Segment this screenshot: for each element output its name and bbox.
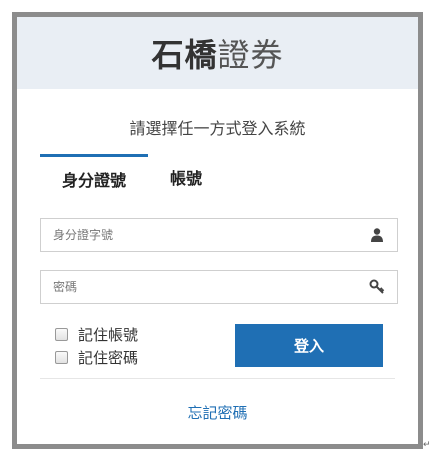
login-instruction: 請選擇任一方式登入系統 [129, 119, 306, 138]
user-icon [371, 228, 383, 242]
brand-name-bold: 石橋 [151, 36, 218, 74]
tab-account[interactable]: 帳號 [148, 154, 224, 200]
remember-password-checkbox[interactable]: 記住密碼 [55, 347, 138, 367]
divider [40, 378, 395, 379]
checkbox-box[interactable] [55, 327, 68, 341]
remember-account-checkbox[interactable]: 記住帳號 [55, 324, 138, 344]
brand-header: 石橋 證券 [17, 17, 418, 89]
login-panel: 石橋證券 請選擇任一方式登入系統 身分證號 帳號 記住帳號 記住密碼 登入 忘記… [12, 12, 423, 449]
brand-name-light: 證券 [217, 36, 284, 74]
remember-account-label: 記住帳號 [78, 325, 139, 344]
remember-options: 記住帳號 記住密碼 [55, 324, 138, 370]
checkbox-box[interactable] [55, 350, 68, 364]
tab-id-number[interactable]: 身分證號 [40, 154, 148, 200]
return-mark: ↵ [423, 440, 431, 450]
remember-password-label: 記住密碼 [78, 348, 139, 367]
id-number-input[interactable] [41, 219, 353, 251]
password-input[interactable] [41, 271, 353, 303]
login-method-tabs: 身分證號 帳號 [40, 154, 395, 200]
login-button[interactable]: 登入 [235, 324, 383, 367]
password-field [40, 270, 398, 304]
key-icon [369, 279, 385, 294]
id-number-field [40, 218, 398, 252]
forgot-password-link[interactable]: 忘記密碼 [17, 402, 418, 423]
